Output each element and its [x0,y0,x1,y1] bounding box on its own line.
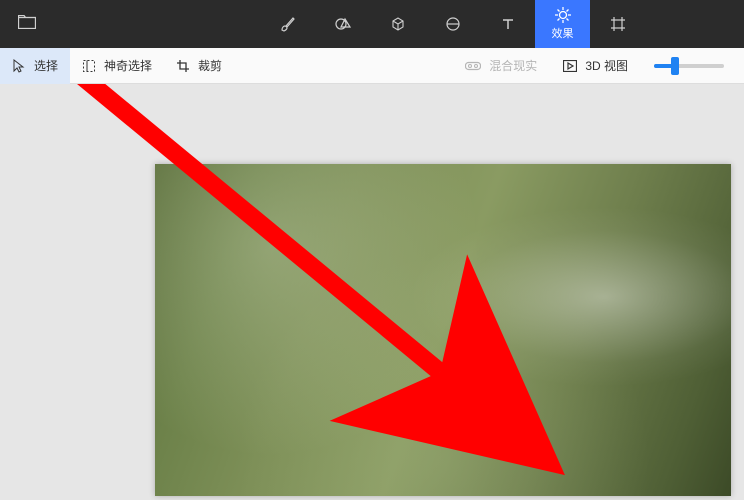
top-tools-group: 效果 [260,0,645,48]
effects-tool-label: 效果 [552,25,574,41]
sub-toolbar: 选择 神奇选择 裁剪 混合现实 3D 视图 [0,48,744,84]
magic-select-tool[interactable]: 神奇选择 [70,48,164,84]
crop-tool[interactable]: 裁剪 [164,48,234,84]
zoom-slider[interactable] [654,64,724,68]
select-tool-label: 选择 [34,57,58,74]
view-3d-button[interactable]: 3D 视图 [555,48,636,84]
crop-tool-label: 裁剪 [198,57,222,74]
select-tool[interactable]: 选择 [0,48,70,84]
top-toolbar: 效果 [0,0,744,48]
canvas-area[interactable] [0,84,744,500]
text-tool[interactable] [480,0,535,48]
mixed-reality-button: 混合现实 [457,48,545,84]
zoom-slider-thumb[interactable] [671,57,679,75]
brush-tool[interactable] [260,0,315,48]
magic-select-tool-label: 神奇选择 [104,57,152,74]
shapes-3d-tool[interactable] [370,0,425,48]
mixed-reality-label: 混合现实 [489,57,537,74]
menu-folder-icon[interactable] [18,15,36,34]
canvas-tool[interactable] [590,0,645,48]
stickers-tool[interactable] [425,0,480,48]
zoom-control [646,64,724,68]
effects-tool[interactable]: 效果 [535,0,590,48]
view-3d-label: 3D 视图 [585,57,628,74]
shapes-2d-tool[interactable] [315,0,370,48]
sub-toolbar-right: 混合现实 3D 视图 [457,48,744,84]
canvas-image[interactable] [155,164,731,496]
